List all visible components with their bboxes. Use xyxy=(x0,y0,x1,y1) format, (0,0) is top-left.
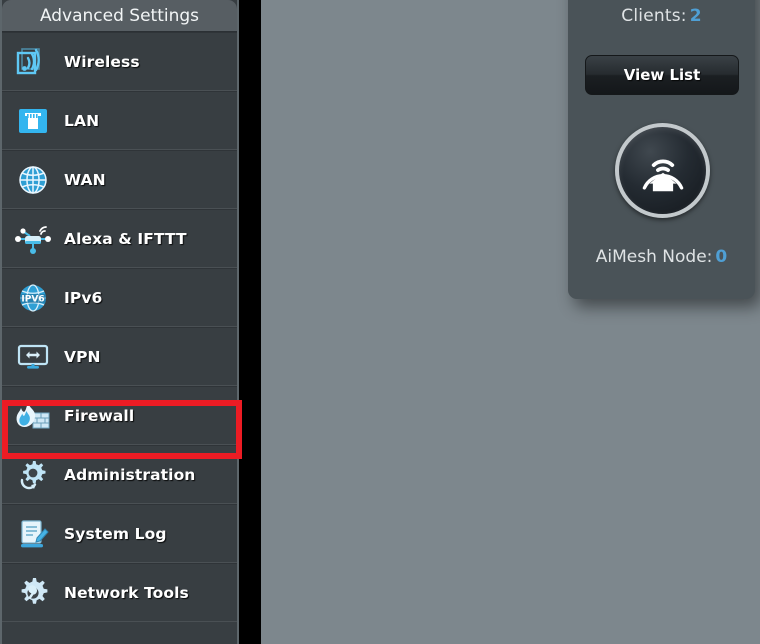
sidebar-item-firewall[interactable]: Firewall xyxy=(2,386,237,445)
sidebar-item-wireless[interactable]: Wireless xyxy=(2,32,237,91)
sidebar-label-network-tools: Network Tools xyxy=(64,583,189,602)
aimesh-node-value: 0 xyxy=(715,247,728,267)
sidebar-label-lan: LAN xyxy=(64,111,100,130)
view-list-label: View List xyxy=(623,66,701,84)
sidebar-item-vpn[interactable]: VPN xyxy=(2,327,237,386)
sidebar-item-ipv6[interactable]: IPV6 IPv6 xyxy=(2,268,237,327)
view-list-button[interactable]: View List xyxy=(585,55,739,95)
sidebar-label-ipv6: IPv6 xyxy=(64,288,103,307)
clients-status-card: Clients: 2 View List AiMesh Node: 0 xyxy=(568,0,755,299)
globe-icon xyxy=(2,164,64,196)
sidebar-label-alexa-ifttt: Alexa & IFTTT xyxy=(64,229,187,248)
gear-wrench-icon xyxy=(2,577,64,609)
svg-text:IPV6: IPV6 xyxy=(21,294,44,304)
clients-count-value: 2 xyxy=(689,6,702,26)
sidebar-item-administration[interactable]: Administration xyxy=(2,445,237,504)
gear-refresh-icon xyxy=(2,459,64,491)
sidebar-item-wan[interactable]: WAN xyxy=(2,150,237,209)
sidebar-item-network-tools[interactable]: Network Tools xyxy=(2,563,237,622)
sidebar-item-lan[interactable]: LAN xyxy=(2,91,237,150)
aimesh-node-icon-badge[interactable] xyxy=(615,123,710,218)
clients-count-line: Clients: 2 xyxy=(568,6,755,26)
main-content-area: Clients: 2 View List AiMesh Node: 0 xyxy=(261,0,760,644)
clients-label: Clients: xyxy=(621,6,687,26)
firewall-flame-icon xyxy=(2,400,64,432)
vpn-monitor-icon xyxy=(2,341,64,373)
sidebar-label-firewall: Firewall xyxy=(64,406,135,425)
aimesh-node-line: AiMesh Node: 0 xyxy=(568,247,755,267)
sidebar-label-wireless: Wireless xyxy=(64,52,140,71)
sidebar-item-system-log[interactable]: System Log xyxy=(2,504,237,563)
log-document-icon xyxy=(2,518,64,550)
sidebar-label-wan: WAN xyxy=(64,170,106,189)
aimesh-house-wifi-icon xyxy=(642,159,683,191)
sidebar-label-administration: Administration xyxy=(64,465,196,484)
ipv6-globe-icon: IPV6 xyxy=(2,282,64,314)
lan-port-icon xyxy=(2,105,64,137)
wireless-icon xyxy=(2,46,64,78)
sidebar-item-alexa-ifttt[interactable]: Alexa & IFTTT xyxy=(2,209,237,268)
sidebar-header: Advanced Settings xyxy=(2,0,237,32)
sidebar-label-system-log: System Log xyxy=(64,524,167,543)
alexa-ifttt-icon xyxy=(2,223,64,255)
router-admin-screen: Clients: 2 View List AiMesh Node: 0 Adva… xyxy=(0,0,760,644)
advanced-settings-sidebar: Advanced Settings Wireless LAN WAN Alexa… xyxy=(0,0,242,644)
sidebar-label-vpn: VPN xyxy=(64,347,101,366)
aimesh-node-label: AiMesh Node: xyxy=(595,247,713,267)
